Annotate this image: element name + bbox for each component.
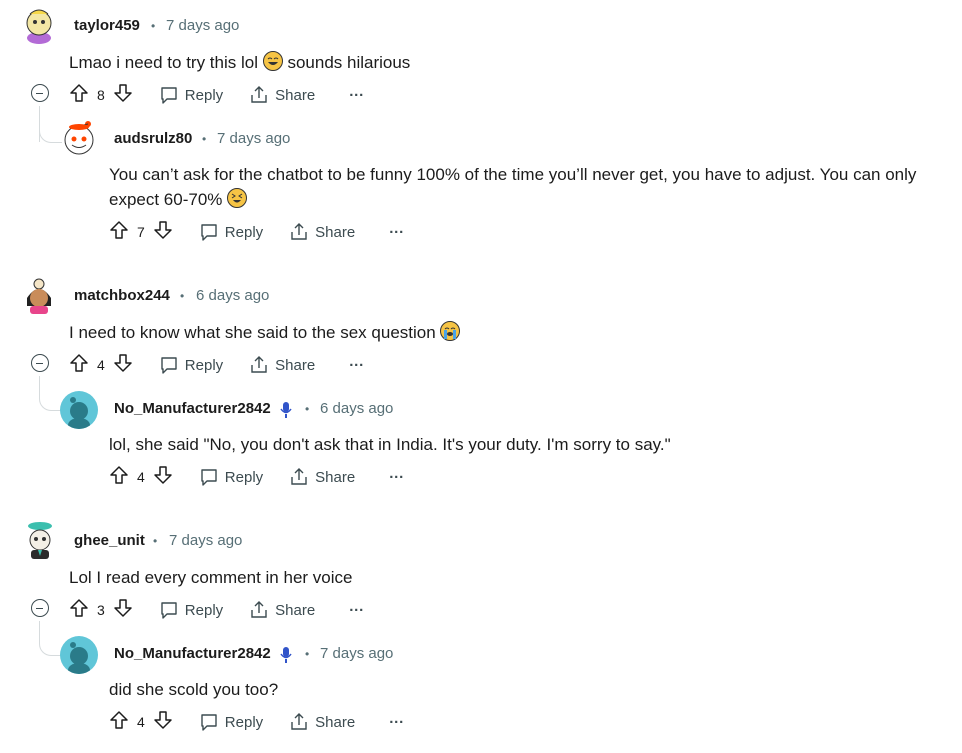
- timestamp[interactable]: 7 days ago: [217, 130, 290, 147]
- separator-dot: •: [305, 647, 310, 661]
- microphone-icon: [280, 401, 292, 424]
- upvote-icon[interactable]: [109, 220, 129, 244]
- vote-count: 4: [137, 469, 145, 485]
- share-button[interactable]: Share: [289, 712, 355, 732]
- share-icon: [251, 86, 267, 103]
- share-icon: [291, 223, 307, 240]
- comment-icon: [161, 87, 177, 104]
- reply-button[interactable]: Reply: [199, 712, 263, 732]
- timestamp[interactable]: 6 days ago: [320, 400, 393, 417]
- avatar[interactable]: [60, 118, 98, 158]
- downvote-icon[interactable]: [113, 83, 133, 107]
- separator-dot: •: [202, 132, 207, 146]
- comment-actions: 4 Reply Share ···: [109, 710, 404, 734]
- vote-count: 4: [137, 714, 145, 730]
- comment-body: Lmao i need to try this lol sounds hilar…: [69, 51, 411, 72]
- reply-button[interactable]: Reply: [159, 600, 223, 620]
- share-button[interactable]: Share: [289, 467, 355, 487]
- separator-dot: •: [180, 289, 185, 303]
- username[interactable]: ghee_unit: [74, 532, 145, 549]
- comment-body: lol, she said "No, you don't ask that in…: [109, 435, 671, 454]
- avatar[interactable]: [22, 6, 56, 44]
- share-button[interactable]: Share: [249, 85, 315, 105]
- more-options-button[interactable]: ···: [389, 714, 404, 731]
- downvote-icon[interactable]: [153, 465, 173, 489]
- loudly-crying-emoji: [440, 321, 461, 341]
- username[interactable]: No_Manufacturer2842: [114, 645, 271, 662]
- separator-dot: •: [305, 402, 310, 416]
- upvote-icon[interactable]: [69, 353, 89, 377]
- upvote-icon[interactable]: [109, 465, 129, 489]
- downvote-icon[interactable]: [113, 598, 133, 622]
- vote-count: 8: [97, 87, 105, 103]
- downvote-icon[interactable]: [153, 220, 173, 244]
- username[interactable]: No_Manufacturer2842: [114, 400, 271, 417]
- share-icon: [251, 601, 267, 618]
- timestamp[interactable]: 7 days ago: [320, 645, 393, 662]
- laughing-squint-emoji: [227, 188, 248, 208]
- downvote-icon[interactable]: [153, 710, 173, 734]
- comment-icon: [201, 224, 217, 241]
- more-options-button[interactable]: ···: [349, 602, 364, 619]
- comment-icon: [201, 469, 217, 486]
- avatar[interactable]: [22, 520, 58, 560]
- reply-button[interactable]: Reply: [159, 85, 223, 105]
- share-button[interactable]: Share: [289, 222, 355, 242]
- thread-connector: [39, 118, 62, 143]
- share-button[interactable]: Share: [249, 355, 315, 375]
- reply-button[interactable]: Reply: [159, 355, 223, 375]
- share-icon: [251, 356, 267, 373]
- thread-connector: [39, 386, 62, 411]
- timestamp[interactable]: 7 days ago: [169, 532, 242, 549]
- reply-button[interactable]: Reply: [199, 222, 263, 242]
- share-button[interactable]: Share: [249, 600, 315, 620]
- comment-icon: [201, 714, 217, 731]
- vote-count: 3: [97, 602, 105, 618]
- share-icon: [291, 713, 307, 730]
- collapse-thread-button[interactable]: [31, 599, 49, 617]
- more-options-button[interactable]: ···: [349, 87, 364, 104]
- collapse-thread-button[interactable]: [31, 354, 49, 372]
- avatar[interactable]: [22, 276, 56, 316]
- vote-count: 4: [97, 357, 105, 373]
- downvote-icon[interactable]: [113, 353, 133, 377]
- comment-body: I need to know what she said to the sex …: [69, 320, 461, 345]
- collapse-thread-button[interactable]: [31, 84, 49, 102]
- vote-count: 7: [137, 224, 145, 240]
- upvote-icon[interactable]: [109, 710, 129, 734]
- comment-actions: 4 Reply Share ···: [109, 465, 404, 489]
- comment-icon: [161, 357, 177, 374]
- comment-actions: 7 Reply Share ···: [109, 220, 404, 244]
- comment-actions: 8 Reply Share ···: [69, 83, 364, 107]
- upvote-icon[interactable]: [69, 598, 89, 622]
- username[interactable]: audsrulz80: [114, 130, 192, 147]
- reply-button[interactable]: Reply: [199, 467, 263, 487]
- username[interactable]: taylor459: [74, 17, 140, 34]
- thread-connector: [39, 631, 62, 656]
- more-options-button[interactable]: ···: [389, 224, 404, 241]
- avatar[interactable]: [60, 636, 98, 674]
- comment-icon: [161, 602, 177, 619]
- timestamp[interactable]: 7 days ago: [166, 17, 239, 34]
- comment-actions: 4 Reply Share ···: [69, 353, 364, 377]
- tears-of-joy-emoji: [262, 51, 283, 71]
- comment-actions: 3 Reply Share ···: [69, 598, 364, 622]
- username[interactable]: matchbox244: [74, 287, 170, 304]
- timestamp[interactable]: 6 days ago: [196, 287, 269, 304]
- upvote-icon[interactable]: [69, 83, 89, 107]
- share-icon: [291, 468, 307, 485]
- more-options-button[interactable]: ···: [349, 357, 364, 374]
- avatar[interactable]: [60, 391, 98, 429]
- more-options-button[interactable]: ···: [389, 469, 404, 486]
- comment-body: You can’t ask for the chatbot to be funn…: [109, 165, 917, 209]
- separator-dot: •: [151, 19, 156, 33]
- comment-body: Lol I read every comment in her voice: [69, 568, 353, 587]
- separator-dot: •: [153, 534, 158, 548]
- comment-body: did she scold you too?: [109, 680, 279, 699]
- microphone-icon: [280, 646, 292, 669]
